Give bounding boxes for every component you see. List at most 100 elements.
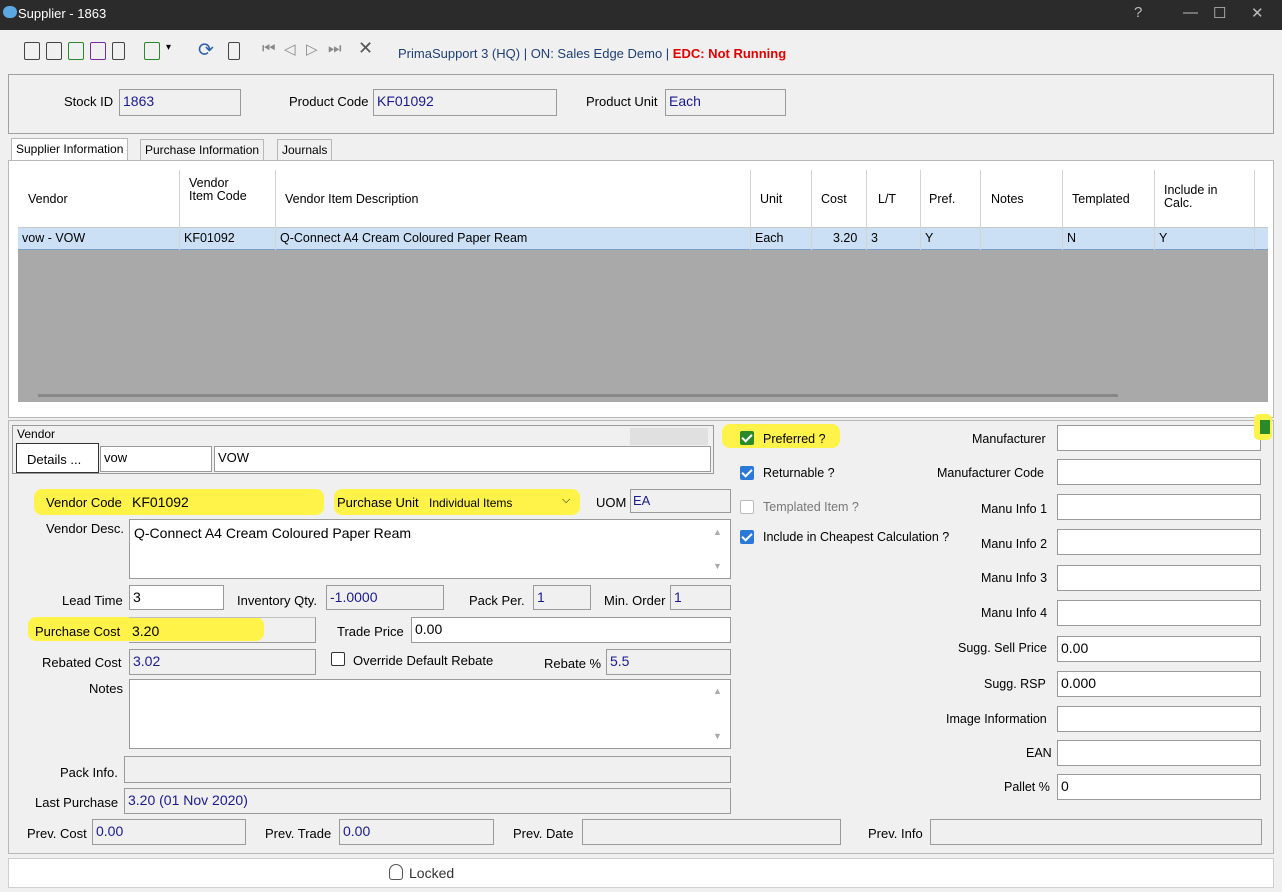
- manu-info-4-field[interactable]: [1057, 600, 1261, 626]
- prev-trade-field[interactable]: 0.00: [339, 819, 494, 845]
- cell-include-in-calc[interactable]: Y: [1159, 232, 1167, 245]
- scroll-down-icon[interactable]: ▼: [713, 561, 722, 571]
- col-notes[interactable]: Notes: [991, 193, 1024, 206]
- col-unit[interactable]: Unit: [760, 193, 782, 206]
- col-include-in-calc[interactable]: Include in Calc.: [1164, 184, 1244, 210]
- stock-id-field[interactable]: 1863: [119, 89, 241, 116]
- refresh-icon[interactable]: ⟳: [198, 39, 214, 62]
- manufacturer-field[interactable]: [1057, 425, 1261, 451]
- new-icon[interactable]: [24, 42, 40, 60]
- app-icon: [3, 6, 17, 18]
- cell-lt[interactable]: 3: [871, 232, 878, 245]
- dropdown-icon[interactable]: ▾: [166, 42, 171, 53]
- col-vendor-item-code[interactable]: Vendor Item Code: [189, 177, 249, 203]
- prev-date-field[interactable]: [582, 819, 841, 845]
- tab-purchase-information[interactable]: Purchase Information: [140, 139, 265, 161]
- copy-icon[interactable]: [228, 42, 240, 60]
- prev-info-label: Prev. Info: [868, 826, 923, 841]
- manu-info-1-field[interactable]: [1057, 494, 1261, 520]
- manufacturer-code-field[interactable]: [1057, 459, 1261, 485]
- product-code-field[interactable]: KF01092: [373, 89, 557, 116]
- inventory-qty-field[interactable]: -1.0000: [326, 585, 444, 610]
- cheapest-checkbox[interactable]: [740, 530, 754, 544]
- delete-icon[interactable]: [112, 42, 125, 60]
- last-record-icon[interactable]: ⏭: [328, 40, 342, 57]
- cell-vendor-item-code[interactable]: KF01092: [184, 232, 235, 245]
- vendor-details-button[interactable]: Details ...: [16, 443, 99, 473]
- last-purchase-field[interactable]: 3.20 (01 Nov 2020): [124, 788, 731, 814]
- maximize-button[interactable]: ☐: [1213, 4, 1226, 22]
- manu-info-3-field[interactable]: [1057, 565, 1261, 591]
- scroll-up-icon[interactable]: ▲: [713, 527, 722, 537]
- rebated-cost-field[interactable]: 3.02: [129, 649, 316, 675]
- uom-field[interactable]: EA: [630, 489, 731, 513]
- sugg-rsp-field[interactable]: 0.000: [1057, 671, 1261, 697]
- stock-id-label: Stock ID: [64, 94, 114, 109]
- override-rebate-checkbox[interactable]: [331, 652, 345, 666]
- cell-unit[interactable]: Each: [755, 232, 784, 245]
- notes-label: Notes: [89, 681, 123, 696]
- add-icon[interactable]: [144, 42, 160, 60]
- vendor-code-field[interactable]: vow: [100, 446, 212, 472]
- cell-pref[interactable]: Y: [925, 232, 933, 245]
- title-bar: Supplier - 1863 ? — ☐ ✕: [0, 0, 1282, 30]
- manu-info-2-field[interactable]: [1057, 529, 1261, 555]
- col-templated[interactable]: Templated: [1072, 193, 1130, 206]
- manu-info-3-label: Manu Info 3: [981, 571, 1048, 585]
- cell-cost[interactable]: 3.20: [833, 232, 857, 245]
- returnable-checkbox[interactable]: [740, 466, 754, 480]
- close-button[interactable]: ✕: [1251, 4, 1264, 22]
- col-pref[interactable]: Pref.: [929, 193, 955, 206]
- cell-description[interactable]: Q-Connect A4 Cream Coloured Paper Ream: [280, 232, 527, 245]
- rebate-field[interactable]: 5.5: [606, 649, 731, 675]
- edc-status: EDC: Not Running: [672, 46, 787, 61]
- horizontal-scrollbar[interactable]: [38, 394, 1118, 397]
- col-vendor-item-description[interactable]: Vendor Item Description: [285, 193, 418, 206]
- trade-price-field[interactable]: 0.00: [411, 617, 731, 643]
- sugg-rsp-label: Sugg. RSP: [984, 677, 1046, 691]
- col-vendor[interactable]: Vendor: [28, 193, 68, 206]
- minimize-button[interactable]: —: [1183, 4, 1198, 21]
- lookup-icon[interactable]: [1260, 420, 1270, 434]
- tab-journals[interactable]: Journals: [277, 139, 333, 161]
- templated-checkbox[interactable]: [740, 500, 754, 514]
- cell-vendor[interactable]: vow - VOW: [22, 232, 85, 245]
- pack-info-field[interactable]: [124, 756, 731, 783]
- notes-field[interactable]: [129, 679, 731, 749]
- col-lt[interactable]: L/T: [878, 193, 896, 206]
- prev-cost-field[interactable]: 0.00: [92, 819, 246, 845]
- image-info-field[interactable]: [1057, 706, 1261, 732]
- pack-per-field[interactable]: 1: [533, 585, 591, 610]
- vendor-code-value[interactable]: KF01092: [132, 494, 189, 510]
- inventory-qty-label: Inventory Qty.: [237, 593, 317, 608]
- first-record-icon[interactable]: ⏮: [262, 40, 276, 57]
- vendor-desc-field[interactable]: Q-Connect A4 Cream Coloured Paper Ream: [129, 519, 731, 579]
- prev-info-field[interactable]: [930, 819, 1262, 845]
- chevron-down-icon[interactable]: ⌵: [562, 494, 570, 507]
- cell-templated[interactable]: N: [1067, 232, 1076, 245]
- purchase-unit-select[interactable]: Individual Items: [429, 496, 512, 510]
- table-row[interactable]: vow - VOW KF01092 Q-Connect A4 Cream Col…: [18, 228, 1268, 250]
- previous-record-icon[interactable]: ◁: [284, 40, 296, 58]
- preferred-checkbox[interactable]: [740, 431, 754, 445]
- save-icon[interactable]: [46, 42, 62, 60]
- save-new-icon[interactable]: [68, 42, 84, 60]
- lead-time-field[interactable]: 3: [129, 585, 224, 610]
- purchase-unit-label: Purchase Unit: [337, 495, 419, 510]
- pallet-field[interactable]: 0: [1057, 774, 1261, 800]
- next-record-icon[interactable]: ▷: [306, 40, 318, 58]
- tab-supplier-information[interactable]: Supplier Information: [11, 138, 129, 161]
- manu-info-4-label: Manu Info 4: [981, 606, 1048, 620]
- product-unit-field[interactable]: Each: [665, 89, 786, 116]
- save-close-icon[interactable]: [90, 42, 106, 60]
- scroll-up-icon[interactable]: ▲: [713, 686, 722, 696]
- min-order-field[interactable]: 1: [670, 585, 731, 610]
- purchase-cost-value[interactable]: 3.20: [132, 623, 159, 639]
- vendor-name-field[interactable]: VOW: [214, 446, 711, 472]
- sugg-sell-field[interactable]: 0.00: [1057, 636, 1261, 662]
- scroll-down-icon[interactable]: ▼: [713, 731, 722, 741]
- close-form-icon[interactable]: ✕: [358, 38, 373, 59]
- col-cost[interactable]: Cost: [821, 193, 847, 206]
- help-button[interactable]: ?: [1134, 4, 1142, 21]
- ean-field[interactable]: [1057, 740, 1261, 766]
